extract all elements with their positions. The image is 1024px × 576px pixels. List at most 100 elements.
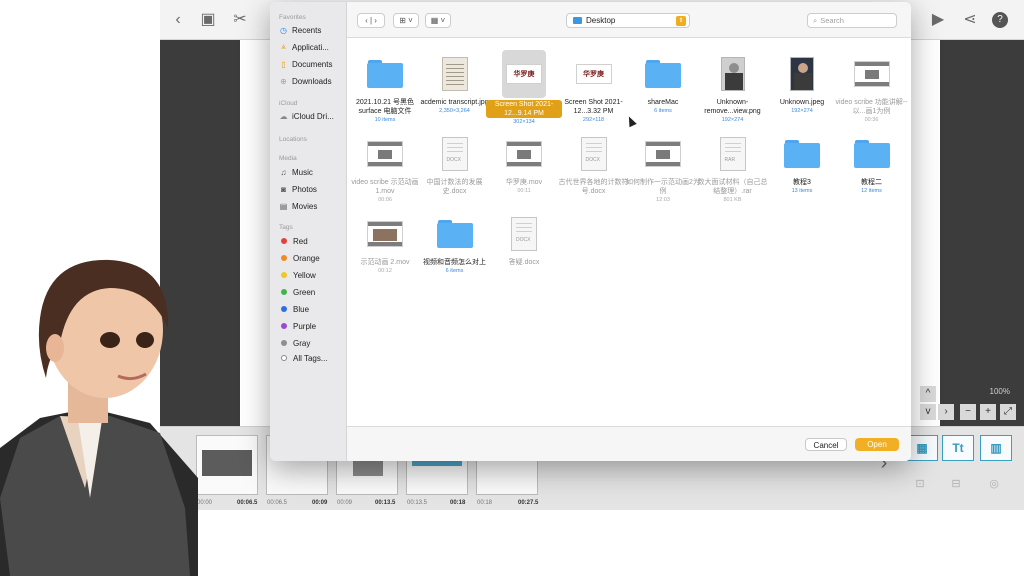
sidebar-item-icloud-drive[interactable]: ☁ iCloud Dri... xyxy=(279,110,345,122)
scroll-right-icon[interactable]: › xyxy=(938,404,954,420)
camera-icon[interactable]: ⊡ xyxy=(912,477,928,491)
file-item[interactable]: 教程二 12 items xyxy=(834,132,910,195)
timeline-time: 00:18 xyxy=(477,500,493,506)
file-item[interactable]: acdemic transcript.jpg 2,350×3,264 xyxy=(417,52,493,115)
cancel-button[interactable]: Cancel xyxy=(805,438,847,451)
sidebar-tag-purple[interactable]: Purple xyxy=(279,320,345,332)
clock-icon: ◷ xyxy=(280,25,287,35)
file-name: 中国计数法的发展史.docx xyxy=(426,179,483,195)
file-item[interactable]: 教程3 13 items xyxy=(764,132,840,195)
file-item[interactable]: Unknown-remove...view.png 192×274 xyxy=(695,52,771,124)
folder-icon xyxy=(645,60,681,88)
cut-icon[interactable]: ✂ xyxy=(230,10,250,30)
screen: ‹ ▣ ✂ ▶ ⋖ ? 100% ^ v › − + ⤢ ‹ 00:00 00:… xyxy=(0,0,1024,576)
sidebar-tag-gray[interactable]: Gray xyxy=(279,337,345,349)
open-button[interactable]: Open xyxy=(855,438,899,451)
video-thumbnail-icon xyxy=(506,141,542,167)
file-item[interactable]: video scribe 功能讲解--以...画1为例 00:36 xyxy=(834,52,910,124)
play-icon[interactable]: ▶ xyxy=(928,10,948,30)
file-item[interactable]: DOCX 答疑.docx xyxy=(486,212,562,267)
file-name: 数大面试材料（自己总结整理）.rar xyxy=(697,179,768,195)
file-item[interactable]: Unknown.jpeg 192×274 xyxy=(764,52,840,115)
file-item[interactable]: RAR 数大面试材料（自己总结整理）.rar 801 KB xyxy=(695,132,771,204)
file-name: Screen Shot 2021-12...9.14 PM xyxy=(486,98,562,118)
tag-dot-icon xyxy=(281,272,287,278)
edit-icon[interactable]: ⊟ xyxy=(948,477,964,491)
file-item[interactable]: shareMac 6 items xyxy=(625,52,701,115)
share-icon[interactable]: ⋖ xyxy=(960,10,980,30)
sidebar-tag-yellow[interactable]: Yellow xyxy=(279,269,345,281)
sidebar-tag-green[interactable]: Green xyxy=(279,286,345,298)
file-item[interactable]: 华罗庚.mov 00:11 xyxy=(486,132,562,195)
sidebar-item-recents[interactable]: ◷ Recents xyxy=(279,24,345,36)
file-name: Screen Shot 2021-12...3.32 PM xyxy=(564,99,623,115)
zoom-in-icon[interactable]: + xyxy=(980,404,996,420)
file-item[interactable]: 华罗庚 Screen Shot 2021-12...3.32 PM 292×118 xyxy=(556,52,632,124)
file-grid: 2021.10.21 号黑色surface 电脑文件 10 items acdemi… xyxy=(347,38,911,426)
help-icon[interactable]: ? xyxy=(992,12,1008,28)
sidebar-item-music[interactable]: ♫ Music xyxy=(279,166,345,178)
location-label: Desktop xyxy=(586,16,616,25)
file-item[interactable]: DOCX 古代世界各地的计数符号.docx xyxy=(556,132,632,196)
location-popup[interactable]: Desktop ⇕ xyxy=(566,13,690,28)
sidebar-all-tags[interactable]: All Tags... xyxy=(279,352,345,364)
file-item[interactable]: 如何制作一示范动画2为例 12:03 xyxy=(625,132,701,204)
timeline-time: 00:09 xyxy=(312,500,328,506)
file-name: 古代世界各地的计数符号.docx xyxy=(558,179,629,195)
sidebar-item-applications[interactable]: ⩓ Applicati... xyxy=(279,41,345,53)
search-placeholder: Search xyxy=(820,16,844,25)
icon-view-toggle[interactable]: ⊞ ˅ xyxy=(393,13,419,28)
film-icon: ▤ xyxy=(279,201,288,211)
file-item[interactable]: 2021.10.21 号黑色surface 电脑文件 10 items xyxy=(347,52,423,124)
add-chart-button[interactable]: ▥ xyxy=(980,435,1012,461)
back-icon[interactable]: ‹ xyxy=(168,10,188,30)
file-meta: 801 KB xyxy=(723,197,742,203)
timeline-time: 00:09 xyxy=(337,500,353,506)
file-item[interactable]: video scribe 示范动画1.mov 00:06 xyxy=(347,132,423,204)
sidebar-tag-blue[interactable]: Blue xyxy=(279,303,345,315)
file-name: shareMac xyxy=(647,99,679,106)
sidebar-item-documents[interactable]: ▯ Documents xyxy=(279,58,345,70)
timeline-thumb[interactable] xyxy=(196,435,258,495)
hide-icon[interactable]: ◎ xyxy=(986,477,1002,491)
back-forward-control[interactable]: ‹ | › xyxy=(357,13,385,28)
tag-dot-icon xyxy=(281,323,287,329)
file-meta: 192×274 xyxy=(721,117,744,123)
scroll-up-icon[interactable]: ^ xyxy=(920,386,936,402)
timeline-time: 00:13.5 xyxy=(407,500,428,506)
timeline-time: 00:18 xyxy=(450,500,466,506)
scroll-down-icon[interactable]: v xyxy=(920,404,936,420)
folder-icon xyxy=(436,220,473,248)
add-text-button[interactable]: Tt xyxy=(942,435,974,461)
tag-dot-icon xyxy=(281,255,287,261)
avatar xyxy=(0,259,198,576)
file-item[interactable]: 华罗庚 Screen Shot 2021-12...9.14 PM 302×134 xyxy=(486,50,562,126)
chevron-right-icon[interactable]: › xyxy=(374,16,377,25)
folder-icon xyxy=(853,140,890,168)
file-type-label: DOCX xyxy=(446,157,461,163)
file-name: 如何制作一示范动画2为例 xyxy=(626,179,700,195)
sidebar-tag-red[interactable]: Red xyxy=(279,235,345,247)
sidebar-item-movies[interactable]: ▤ Movies xyxy=(279,200,345,212)
fit-screen-icon[interactable]: ⤢ xyxy=(1000,404,1016,420)
group-view-toggle[interactable]: ▦ ˅ xyxy=(425,13,451,28)
search-icon: ⌕ xyxy=(813,15,818,25)
sidebar-tag-orange[interactable]: Orange xyxy=(279,252,345,264)
sidebar-item-photos[interactable]: ◙ Photos xyxy=(279,183,345,195)
search-field[interactable]: ⌕ Search xyxy=(807,13,897,28)
chevron-left-icon[interactable]: ‹ xyxy=(365,16,368,25)
file-item[interactable]: 视频和音频怎么对上 6 items xyxy=(417,212,493,275)
save-icon[interactable]: ▣ xyxy=(198,10,218,30)
sidebar-item-downloads[interactable]: ⊕ Downloads xyxy=(279,75,345,87)
file-meta: 00:12 xyxy=(378,268,392,274)
thumbnail-text: 华罗庚 xyxy=(513,71,535,78)
file-item[interactable]: DOCX 中国计数法的发展史.docx xyxy=(417,132,493,196)
zoom-out-icon[interactable]: − xyxy=(960,404,976,420)
file-name: 华罗庚.mov xyxy=(505,179,543,186)
file-name: video scribe 功能讲解--以...画1为例 xyxy=(835,99,908,115)
video-thumbnail-icon xyxy=(645,141,681,167)
file-item[interactable]: 示范动画 2.mov 00:12 xyxy=(347,212,423,275)
sidebar-header-tags: Tags xyxy=(279,224,293,231)
file-meta: 10 items xyxy=(374,117,396,123)
tag-dot-icon xyxy=(281,340,287,346)
